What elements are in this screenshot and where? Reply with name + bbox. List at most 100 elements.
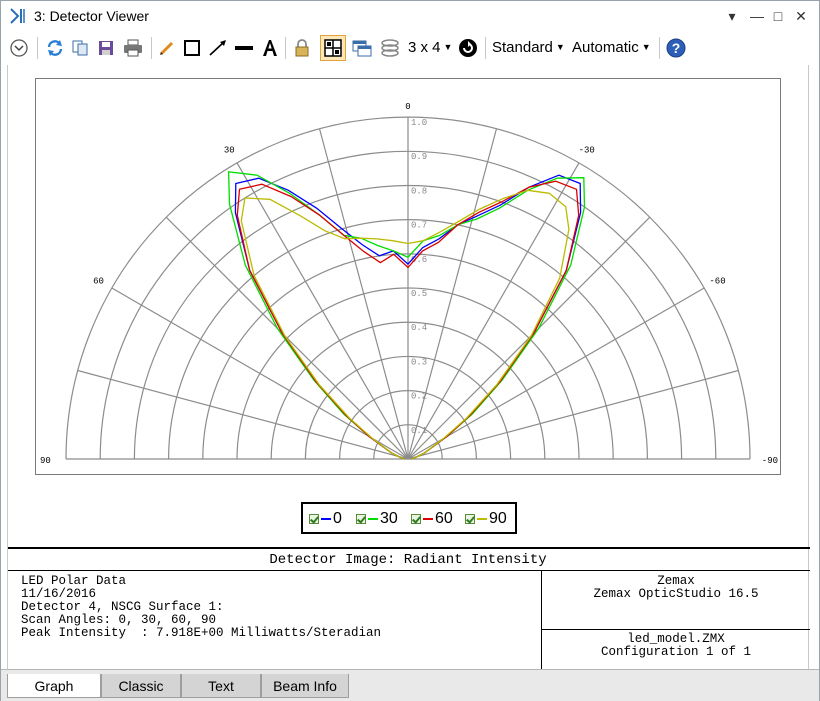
refresh-icon[interactable] bbox=[44, 35, 66, 61]
radial-tick-label: 0.2 bbox=[411, 392, 427, 402]
toolbar-separator bbox=[659, 37, 660, 59]
grid-spoke bbox=[111, 287, 409, 460]
radial-tick-label: 0.5 bbox=[411, 289, 427, 299]
arrow-icon[interactable] bbox=[206, 35, 230, 61]
graph-panel: 0.1 0.2 0.3 0.4 0.5 0.6 0.7 0.8 0.9 1.0 0 30 -30 60 -6… bbox=[7, 65, 810, 670]
legend: 0 30 60 90 bbox=[301, 502, 517, 534]
copy-icon[interactable] bbox=[69, 35, 91, 61]
plot-frame: 0.1 0.2 0.3 0.4 0.5 0.6 0.7 0.8 0.9 1.0 0 30 -30 60 -6… bbox=[35, 78, 781, 475]
grid-spoke bbox=[407, 287, 705, 460]
save-icon[interactable] bbox=[95, 35, 117, 61]
cycle-icon[interactable] bbox=[456, 35, 480, 61]
polar-chart: 0.1 0.2 0.3 0.4 0.5 0.6 0.7 0.8 0.9 1.00 30 -30 60 -6… bbox=[40, 102, 778, 466]
tab-label: Graph bbox=[34, 677, 74, 694]
standard-dropdown-label: Standard bbox=[492, 39, 553, 56]
title-bar[interactable]: 3: Detector Viewer ▾ — □ ✕ bbox=[1, 1, 819, 31]
rectangle-icon[interactable] bbox=[181, 35, 203, 61]
legend-item-30[interactable]: 30 bbox=[356, 510, 398, 528]
automatic-dropdown-label: Automatic bbox=[572, 39, 639, 56]
layers-icon[interactable] bbox=[378, 35, 402, 61]
info-file: led_model.ZMX Configuration 1 of 1 bbox=[600, 632, 752, 659]
legend-label: 60 bbox=[435, 510, 453, 527]
legend-label: 90 bbox=[489, 510, 507, 527]
pencil-icon[interactable] bbox=[156, 35, 178, 61]
toolbar: 3 x 4 ▼ Standard ▼ Automatic ▼ ? bbox=[1, 31, 819, 65]
tab-beam-info[interactable]: Beam Info bbox=[261, 674, 349, 698]
standard-dropdown[interactable]: Standard ▼ bbox=[492, 39, 565, 56]
radial-tick-label: 0.7 bbox=[411, 221, 427, 231]
divider bbox=[541, 629, 810, 630]
grid-icon[interactable] bbox=[320, 35, 346, 61]
radial-tick-label: 0.1 bbox=[411, 426, 427, 436]
detector-viewer-window: 3: Detector Viewer ▾ — □ ✕ 3 x 4 ▼ Stand… bbox=[0, 0, 820, 701]
automatic-dropdown[interactable]: Automatic ▼ bbox=[572, 39, 651, 56]
angle-label: 60 bbox=[93, 276, 104, 286]
radial-tick-label: 0.6 bbox=[411, 255, 427, 265]
grid-spoke bbox=[236, 162, 409, 460]
radial-tick-label: 0.3 bbox=[411, 357, 427, 367]
angle-label: -60 bbox=[709, 276, 725, 286]
grid-spoke bbox=[407, 369, 739, 460]
angle-label: 0 bbox=[405, 102, 410, 112]
legend-item-0[interactable]: 0 bbox=[309, 510, 342, 528]
tab-label: Classic bbox=[118, 677, 164, 694]
check-icon bbox=[309, 514, 319, 524]
chevron-down-icon: ▼ bbox=[641, 42, 651, 52]
window-title: 3: Detector Viewer bbox=[34, 8, 149, 24]
toolbar-separator bbox=[485, 37, 486, 59]
window-menu-button[interactable]: ▾ bbox=[721, 5, 743, 27]
lock-icon[interactable] bbox=[291, 35, 313, 61]
grid-spoke bbox=[77, 369, 409, 460]
grid-spoke bbox=[407, 162, 580, 460]
tab-classic[interactable]: Classic bbox=[101, 674, 181, 698]
maximize-button[interactable]: □ bbox=[767, 5, 789, 27]
print-icon[interactable] bbox=[121, 35, 145, 61]
radial-tick-label: 1.0 bbox=[411, 118, 427, 128]
legend-swatch bbox=[368, 518, 378, 520]
text-icon[interactable] bbox=[259, 35, 281, 61]
app-icon bbox=[10, 8, 25, 24]
check-icon bbox=[356, 514, 366, 524]
chevron-down-icon: ▼ bbox=[555, 42, 565, 52]
layout-dropdown[interactable]: 3 x 4 ▼ bbox=[408, 39, 452, 56]
tab-graph[interactable]: Graph bbox=[7, 674, 101, 698]
angle-label: -30 bbox=[579, 145, 595, 155]
legend-swatch bbox=[423, 518, 433, 520]
radial-tick-label: 0.9 bbox=[411, 152, 427, 162]
grid-spoke bbox=[318, 128, 409, 460]
expand-icon[interactable] bbox=[7, 35, 31, 61]
chevron-down-icon: ▼ bbox=[443, 42, 453, 52]
divider bbox=[8, 570, 810, 571]
tab-label: Beam Info bbox=[273, 677, 337, 694]
legend-swatch bbox=[477, 518, 487, 520]
radial-tick-label: 0.4 bbox=[411, 323, 427, 333]
svg-text:?: ? bbox=[672, 40, 681, 56]
info-table: Detector Image: Radiant Intensity LED Po… bbox=[8, 547, 810, 670]
info-description: LED Polar Data 11/16/2016 Detector 4, NS… bbox=[21, 574, 382, 640]
info-software: Zemax Zemax OpticStudio 16.5 bbox=[593, 574, 759, 601]
toolbar-separator bbox=[151, 37, 152, 59]
legend-item-90[interactable]: 90 bbox=[465, 510, 507, 528]
tab-text[interactable]: Text bbox=[181, 674, 261, 698]
check-icon bbox=[465, 514, 475, 524]
tab-bar: Graph Classic Text Beam Info bbox=[1, 669, 819, 701]
line-icon[interactable] bbox=[232, 35, 256, 61]
angle-label: 90 bbox=[40, 456, 51, 466]
tab-label: Text bbox=[208, 677, 234, 694]
toolbar-separator bbox=[285, 37, 286, 59]
angle-label: 30 bbox=[224, 145, 235, 155]
layout-dropdown-label: 3 x 4 bbox=[408, 39, 441, 56]
legend-item-60[interactable]: 60 bbox=[411, 510, 453, 528]
angle-label: -90 bbox=[762, 456, 778, 466]
info-title: Detector Image: Radiant Intensity bbox=[269, 552, 547, 568]
legend-swatch bbox=[321, 518, 331, 520]
help-icon[interactable]: ? bbox=[664, 35, 688, 61]
close-button[interactable]: ✕ bbox=[790, 5, 812, 27]
series-line-90 bbox=[240, 189, 570, 460]
legend-label: 0 bbox=[333, 510, 342, 527]
minimize-button[interactable]: — bbox=[746, 5, 768, 27]
toolbar-separator bbox=[37, 37, 38, 59]
legend-label: 30 bbox=[380, 510, 398, 527]
radial-tick-label: 0.8 bbox=[411, 186, 427, 196]
window-icon[interactable] bbox=[350, 35, 374, 61]
